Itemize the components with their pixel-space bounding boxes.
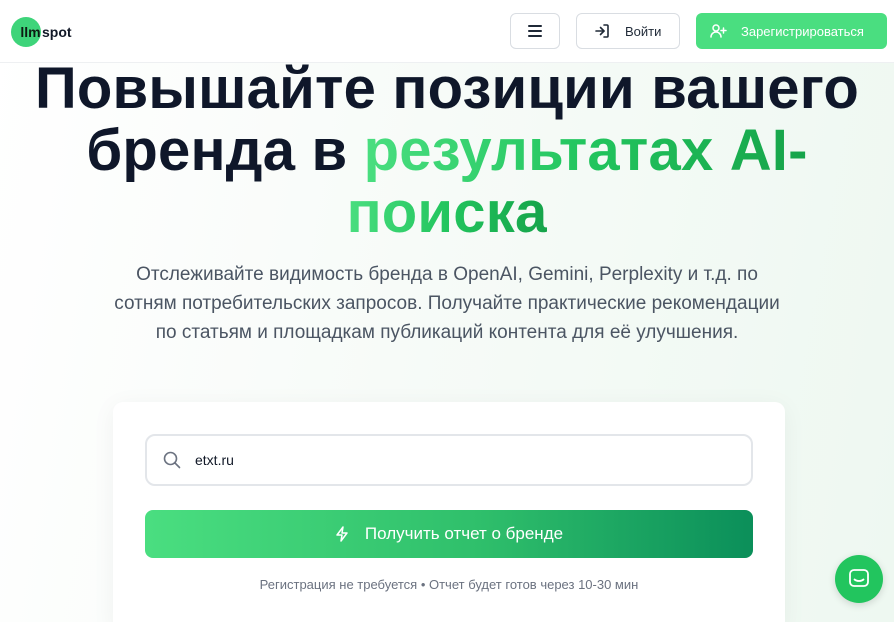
logo[interactable]: llm spot <box>11 17 72 47</box>
get-report-button[interactable]: Получить отчет о бренде <box>145 510 753 558</box>
get-report-label: Получить отчет о бренде <box>364 524 564 543</box>
login-icon <box>595 24 609 38</box>
chat-widget-button[interactable] <box>835 555 883 603</box>
domain-search-field[interactable] <box>145 434 753 486</box>
hero-title-accent-line2: результатах AI- <box>363 118 808 183</box>
hero-title-accent-line3: поиска <box>346 180 548 245</box>
login-label: Войти <box>625 23 662 39</box>
top-navbar: llm spot Войти Зарегистрироваться <box>0 0 894 63</box>
domain-input[interactable] <box>195 452 715 468</box>
user-plus-icon <box>710 24 727 38</box>
menu-icon <box>528 25 542 37</box>
register-label: Зарегистрироваться <box>741 23 864 39</box>
form-note: Регистрация не требуется • Отчет будет г… <box>259 577 639 592</box>
hero-title: Повышайте позиции вашего бренда в резуль… <box>0 58 894 244</box>
search-icon <box>163 451 181 469</box>
hero-subtitle: Отслеживайте видимость бренда в OpenAI, … <box>114 264 780 343</box>
hero-title-line1: Повышайте позиции вашего <box>35 56 859 121</box>
chat-icon <box>849 569 869 587</box>
logo-badge: llm <box>11 17 41 47</box>
menu-button[interactable] <box>510 13 560 49</box>
register-button[interactable]: Зарегистрироваться <box>696 13 887 49</box>
logo-badge-text: llm <box>20 24 41 40</box>
login-button[interactable]: Войти <box>576 13 680 49</box>
brand-report-card: Получить отчет о бренде Регистрация не т… <box>113 402 785 622</box>
hero-title-line2-prefix: бренда в <box>86 118 364 183</box>
logo-text: spot <box>42 24 72 40</box>
lightning-icon <box>336 526 348 542</box>
